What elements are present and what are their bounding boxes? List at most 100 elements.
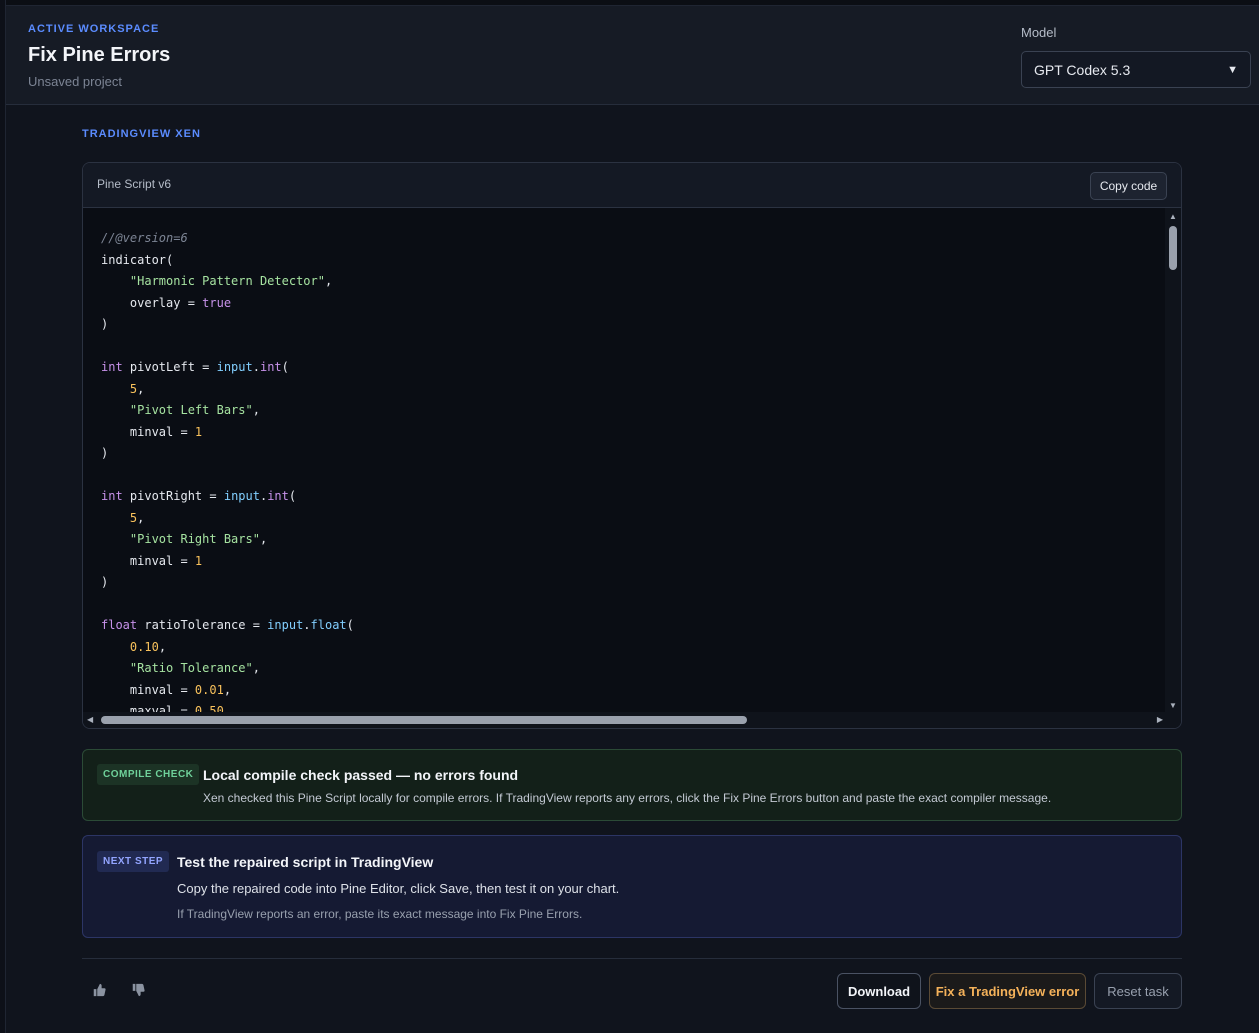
code-token: , (324, 274, 333, 288)
code-token: //@version=6 (101, 231, 188, 245)
download-button[interactable]: Download (837, 973, 921, 1009)
code-line: int pivotRight = input.int( (101, 486, 1167, 508)
fix-tradingview-error-button[interactable]: Fix a TradingView error (929, 973, 1086, 1009)
next-step-badge: NEXT STEP (97, 851, 170, 872)
model-label: Model (1021, 25, 1057, 40)
code-line: "Harmonic Pattern Detector", (101, 271, 1167, 293)
code-token: input (223, 489, 260, 503)
code-editor[interactable]: //@version=6 indicator( "Harmonic Pattern… (83, 208, 1167, 714)
code-card: Pine Script v6 Copy code //@version=6 ind… (82, 162, 1182, 729)
code-line: minval = 1 (101, 422, 1167, 444)
code-token: . (252, 360, 260, 374)
thumbs-down-icon[interactable] (129, 983, 147, 1001)
code-token: 0.01 (194, 682, 224, 697)
next-step-title: Test the repaired script in TradingView (177, 854, 434, 870)
code-line: ) (101, 572, 1167, 594)
code-token: , (252, 403, 260, 417)
code-line: minval = 1 (101, 551, 1167, 573)
code-line: ) (101, 314, 1167, 336)
model-select-value: GPT Codex 5.3 (1034, 61, 1131, 78)
compile-check-title: Local compile check passed — no errors f… (203, 767, 519, 783)
code-line: "Pivot Left Bars", (101, 400, 1167, 422)
reset-task-button[interactable]: Reset task (1094, 973, 1182, 1009)
code-token: indicator( (101, 252, 174, 267)
code-token: int (101, 489, 123, 503)
vertical-scrollbar[interactable]: ▲ ▼ (1165, 208, 1181, 714)
scroll-right-icon[interactable]: ▶ (1157, 715, 1163, 724)
compile-check-badge: COMPILE CHECK (97, 764, 200, 785)
code-token: minval = (101, 682, 195, 697)
section-label: TRADINGVIEW XEN (82, 128, 201, 140)
code-line: "Ratio Tolerance", (101, 658, 1167, 680)
code-token: , (137, 510, 145, 525)
code-token: 1 (194, 553, 203, 568)
code-token: pivotRight = (122, 489, 224, 503)
code-line: 5, (101, 379, 1167, 401)
scroll-down-icon[interactable]: ▼ (1169, 701, 1177, 710)
scroll-up-icon[interactable]: ▲ (1169, 212, 1177, 221)
horizontal-scroll-thumb[interactable] (101, 716, 747, 724)
next-step-card: NEXT STEP Test the repaired script in Tr… (82, 835, 1182, 938)
code-line: //@version=6 (101, 228, 1167, 250)
scroll-left-icon[interactable]: ◀ (87, 715, 93, 724)
code-line: minval = 0.01, (101, 680, 1167, 702)
code-line: "Pivot Right Bars", (101, 529, 1167, 551)
code-language-label: Pine Script v6 (97, 177, 172, 191)
chevron-down-icon: ▼ (1227, 63, 1238, 76)
code-line: 5, (101, 508, 1167, 530)
code-token: minval = (101, 424, 195, 439)
code-line: ) (101, 443, 1167, 465)
code-line: indicator( (101, 250, 1167, 272)
workspace-eyebrow: ACTIVE WORKSPACE (28, 23, 160, 35)
code-token: ( (346, 618, 354, 632)
code-token: ) (101, 446, 109, 460)
left-rail (0, 0, 6, 1033)
code-token: , (223, 682, 232, 697)
code-token: ) (101, 317, 109, 331)
vertical-scroll-thumb[interactable] (1169, 226, 1177, 270)
code-line: overlay = true (101, 293, 1167, 315)
page-title: Fix Pine Errors (28, 44, 171, 66)
thumbs-up-icon[interactable] (90, 983, 108, 1001)
workspace-header: ACTIVE WORKSPACE Fix Pine Errors Unsaved… (6, 6, 1259, 105)
code-token: input (267, 618, 304, 632)
code-token: ( (288, 489, 297, 503)
code-token: , (259, 532, 268, 546)
code-token: , (158, 639, 167, 654)
code-token: , (252, 661, 260, 675)
footer-divider (82, 958, 1182, 959)
code-token: "Pivot Left Bars" (129, 403, 253, 417)
code-token: int (267, 489, 289, 503)
code-token: int (101, 360, 123, 374)
code-line: int pivotLeft = input.int( (101, 357, 1167, 379)
compile-check-card: COMPILE CHECK Local compile check passed… (82, 749, 1182, 821)
copy-code-button[interactable]: Copy code (1090, 172, 1167, 200)
code-line: 0.10, (101, 637, 1167, 659)
code-card-header: Pine Script v6 Copy code (83, 163, 1181, 208)
code-token: ( (281, 360, 289, 374)
code-line: float ratioTolerance = input.float( (101, 615, 1167, 637)
code-token: ) (101, 575, 109, 589)
code-token: float (310, 618, 347, 632)
code-token: . (303, 618, 311, 632)
project-status: Unsaved project (28, 74, 122, 89)
code-token: ratioTolerance = (137, 618, 268, 632)
code-token: pivotLeft = (122, 360, 217, 374)
code-token: "Harmonic Pattern Detector" (129, 274, 325, 288)
horizontal-scrollbar[interactable]: ◀ ▶ (83, 712, 1181, 728)
code-token: float (101, 618, 138, 632)
code-token: input (216, 360, 253, 374)
next-step-note: If TradingView reports an error, paste i… (177, 907, 583, 921)
code-token: minval = (101, 553, 195, 568)
model-select[interactable]: GPT Codex 5.3 ▼ (1021, 51, 1251, 88)
code-token: 1 (194, 424, 203, 439)
code-token: true (202, 295, 232, 310)
